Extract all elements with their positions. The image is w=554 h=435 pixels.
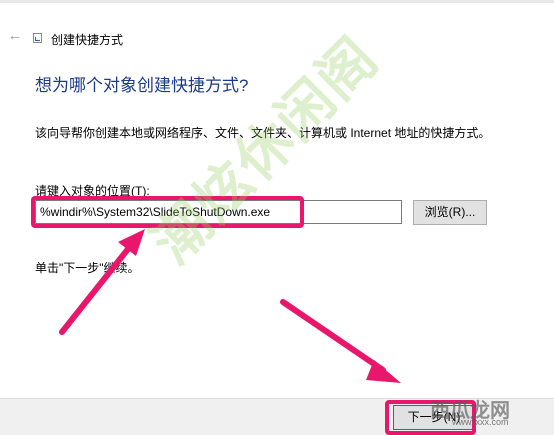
window-frame-top — [0, 0, 554, 3]
hint-text: 单击"下一步"继续。 — [35, 261, 140, 275]
description-text: 该向导帮你创建本地或网络程序、文件、文件夹、计算机或 Internet 地址的快… — [35, 126, 491, 140]
next-button[interactable]: 下一步(N) — [393, 405, 475, 430]
page-heading: 想为哪个对象创建快捷方式? — [35, 76, 249, 95]
wizard-title: 创建快捷方式 — [51, 33, 124, 47]
shortcut-wizard-icon — [33, 33, 42, 43]
location-label: 请键入对象的位置(T): — [35, 184, 150, 198]
arrow-to-next-button — [280, 299, 401, 383]
back-arrow-icon[interactable]: ← — [6, 27, 24, 45]
location-input[interactable] — [35, 200, 402, 224]
arrow-to-input — [59, 229, 145, 335]
browse-button[interactable]: 浏览(R)... — [413, 200, 487, 225]
watermark-text: 潮炫休闲阁 — [140, 25, 392, 277]
